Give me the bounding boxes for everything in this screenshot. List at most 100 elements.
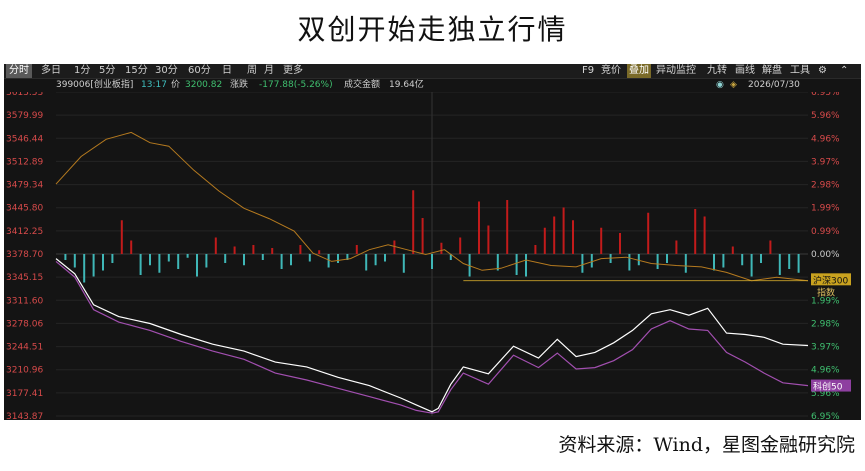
volume-bar: [271, 248, 274, 254]
volume-bar: [252, 245, 255, 254]
volume-bar: [214, 237, 217, 254]
volume-bar: [515, 254, 518, 275]
volume-bar: [619, 233, 621, 254]
volume-bar: [149, 254, 151, 266]
tool-button-2[interactable]: 叠加: [627, 64, 651, 78]
tool-button-3[interactable]: 异动监控: [656, 64, 696, 78]
right-tick-label: 3.97%: [811, 157, 840, 167]
volume-bar: [534, 245, 537, 254]
left-tick-label: 3345.15: [6, 273, 43, 283]
volume-bar: [64, 254, 67, 260]
volume-bar: [797, 254, 800, 273]
volume-bar: [656, 254, 659, 269]
volume-bar: [750, 254, 753, 277]
volume-bar: [647, 212, 650, 254]
hs300-sub-label: 指数: [817, 286, 835, 298]
volume-bar: [731, 246, 734, 254]
volume-bar: [83, 254, 86, 283]
left-tick-label: 3412.25: [6, 227, 43, 237]
volume-bar: [572, 220, 574, 254]
volume-bar: [769, 240, 772, 254]
period-tab-9[interactable]: 月: [261, 64, 277, 78]
volume-bar: [487, 225, 490, 254]
tool-button-1[interactable]: 竞价: [601, 64, 621, 78]
chevron-up-icon[interactable]: ⌃: [840, 64, 848, 78]
volume-bar: [525, 254, 527, 277]
volume-bar: [440, 242, 443, 254]
right-tick-label: 4.96%: [811, 134, 840, 144]
info-time: 13:17: [141, 80, 167, 90]
volume-bar: [402, 254, 405, 273]
hs300-label: 沪深300: [813, 274, 848, 286]
left-tick-label: 3210.96: [6, 366, 43, 376]
volume-bar: [778, 254, 781, 275]
left-tick-label: 3311.60: [6, 296, 43, 306]
tool-button-0[interactable]: F9: [582, 64, 594, 78]
volume-bar: [459, 237, 462, 254]
left-tick-label: 3143.87: [6, 412, 43, 420]
volume-bar: [318, 250, 321, 254]
volume-bar: [355, 245, 358, 254]
volume-bar: [506, 200, 509, 254]
left-tick-label: 3613.53: [6, 92, 43, 98]
period-tab-8[interactable]: 周: [244, 64, 260, 78]
volume-bar: [177, 254, 180, 269]
gear-icon[interactable]: ⚙: [818, 64, 827, 78]
period-tab-3[interactable]: 5分: [96, 64, 118, 78]
volume-bar: [73, 254, 76, 268]
eye-icon[interactable]: ◉: [716, 79, 724, 91]
period-tab-2[interactable]: 1分: [71, 64, 93, 78]
price-value: 3200.82: [185, 80, 223, 90]
tool-button-6[interactable]: 解盘: [762, 64, 782, 78]
right-tick-label: 6.95%: [811, 412, 840, 420]
volume-bar: [684, 254, 687, 273]
amount-label: 成交金额: [344, 80, 381, 90]
volume-bar: [421, 218, 424, 254]
info-date: 2026/07/30: [748, 80, 800, 90]
tool-button-5[interactable]: 画线: [735, 64, 755, 78]
volume-bar: [365, 254, 368, 271]
amount-value: 19.64亿: [389, 80, 424, 90]
right-tick-label: 0.00%: [811, 250, 840, 260]
volume-bar: [102, 254, 104, 271]
volume-bar: [205, 254, 208, 268]
left-tick-label: 3445.80: [6, 204, 43, 214]
period-tab-7[interactable]: 日: [219, 64, 235, 78]
volume-bar: [158, 254, 161, 273]
volume-bar: [280, 254, 283, 269]
volume-bar: [713, 254, 715, 271]
change-value: -177.88(-5.26%): [259, 80, 333, 90]
volume-bar: [92, 254, 95, 277]
period-tab-6[interactable]: 60分: [185, 64, 214, 78]
period-tab-10[interactable]: 更多: [280, 64, 306, 78]
volume-bar: [496, 254, 499, 271]
volume-bar: [261, 254, 264, 260]
volume-bar: [553, 216, 556, 254]
volume-bar: [196, 254, 198, 277]
period-tab-1[interactable]: 多日: [38, 64, 64, 78]
chart-compare-icon[interactable]: ◈: [730, 79, 737, 91]
left-tick-label: 3177.41: [6, 389, 43, 399]
right-tick-label: 5.96%: [811, 111, 840, 121]
left-tick-label: 3579.99: [6, 111, 43, 121]
tool-button-4[interactable]: 九转: [707, 64, 727, 78]
chart-panel: 分时 多日 1分 5分 15分 30分 60分日周月更多 F9 竞价 叠加 异动监控 九转 画线 解盘 工具…: [4, 64, 861, 420]
volume-bar: [120, 220, 123, 254]
volume-bar: [628, 254, 631, 271]
volume-bar: [111, 254, 114, 263]
period-tab-0[interactable]: 分时: [6, 64, 32, 78]
volume-bar: [722, 254, 725, 268]
volume-bar: [299, 245, 302, 254]
tool-button-7[interactable]: 工具: [790, 64, 810, 78]
volume-bar: [543, 227, 546, 254]
change-label: 涨跌: [230, 80, 249, 90]
right-tick-label: 4.96%: [811, 366, 840, 376]
period-tab-5[interactable]: 30分: [152, 64, 181, 78]
volume-bar: [186, 254, 189, 258]
volume-bar: [243, 254, 245, 266]
intraday-chart[interactable]: 3613.53 6.95% 3579.99 5.96% 3546.44 4.96% 3512…: [4, 92, 861, 420]
volume-bar: [590, 254, 593, 268]
period-tab-4[interactable]: 15分: [122, 64, 151, 78]
volume-bar: [393, 240, 396, 254]
info-bar: 399006[创业板指] 13:17 价 3200.82 涨跌 -177.88(…: [4, 79, 861, 91]
